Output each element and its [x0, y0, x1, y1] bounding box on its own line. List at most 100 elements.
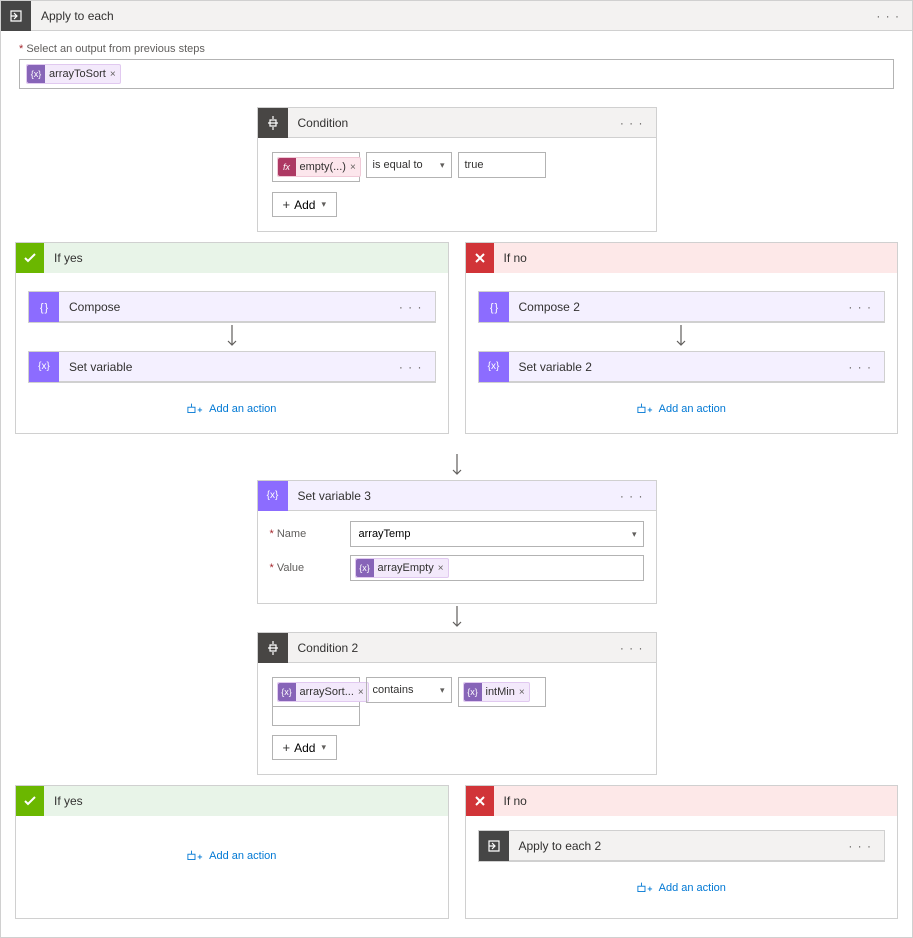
add-action-icon [187, 403, 203, 415]
loop-icon [1, 1, 31, 31]
apply-to-each-2-title: Apply to each 2 [509, 839, 849, 853]
condition-header[interactable]: Condition · · · [258, 108, 656, 138]
if-no-2-branch: If no Apply to each 2 · · · [465, 785, 899, 919]
check-icon [16, 786, 44, 816]
set-variable-3-body: * Name arrayTemp ▾ * Value {x} arrayEmpt… [258, 511, 656, 603]
value-input[interactable]: {x} arrayEmpty × [350, 555, 644, 581]
compose-icon: { } [29, 292, 59, 322]
apply-to-each-2-card[interactable]: Apply to each 2 · · · [478, 830, 886, 862]
if-yes-body: { } Compose · · · {x} Set variable · · · [16, 273, 448, 433]
x-icon [466, 243, 494, 273]
name-select[interactable]: arrayTemp ▾ [350, 521, 644, 547]
if-yes-2-branch: If yes Add an action [15, 785, 449, 919]
if-yes-header: If yes [16, 243, 448, 273]
menu-button[interactable]: · · · [399, 360, 435, 374]
if-yes-2-body: Add an action [16, 816, 448, 886]
compose-2-card[interactable]: { } Compose 2 · · · [478, 291, 886, 323]
condition-2-wrapper: Condition 2 · · · {x} arraySort... × [1, 632, 912, 775]
if-no-header: If no [466, 243, 898, 273]
svg-text:{ }: { } [489, 302, 498, 314]
condition-2-left-input-extra[interactable] [272, 706, 360, 726]
chevron-down-icon: ▾ [440, 685, 445, 696]
plus-icon: + [283, 197, 291, 212]
value-label: * Value [270, 562, 350, 574]
set-variable-2-card[interactable]: {x} Set variable 2 · · · [478, 351, 886, 383]
chevron-down-icon: ▾ [632, 529, 637, 540]
if-no-2-header: If no [466, 786, 898, 816]
menu-button[interactable]: · · · [620, 116, 656, 130]
condition-card: Condition · · · fx empty(...) × is equal… [257, 107, 657, 232]
chevron-down-icon: ▾ [321, 199, 326, 210]
if-no-body: { } Compose 2 · · · {x} Set variable 2 ·… [466, 273, 898, 433]
add-action-button[interactable]: Add an action [478, 383, 886, 415]
condition-2-operator-select[interactable]: contains ▾ [366, 677, 452, 703]
set-variable-card[interactable]: {x} Set variable · · · [28, 351, 436, 383]
loop-icon [479, 831, 509, 861]
condition-branches: If yes { } Compose · · · [1, 232, 912, 452]
condition-row: fx empty(...) × is equal to ▾ true [272, 152, 642, 182]
add-action-button[interactable]: Add an action [28, 830, 436, 862]
condition-2-title: Condition 2 [288, 641, 620, 655]
condition-2-body: {x} arraySort... × contains ▾ {x [258, 663, 656, 774]
add-condition-button[interactable]: + Add ▾ [272, 735, 337, 760]
condition-2-left: {x} arraySort... × [272, 677, 360, 725]
add-action-icon [187, 850, 203, 862]
condition-right-input[interactable]: true [458, 152, 546, 178]
compose-card[interactable]: { } Compose · · · [28, 291, 436, 323]
apply-to-each-header[interactable]: Apply to each · · · [1, 1, 912, 31]
menu-button[interactable]: · · · [620, 489, 656, 503]
remove-token-icon[interactable]: × [110, 69, 116, 80]
select-output-input[interactable]: {x} arrayToSort × [19, 59, 894, 89]
set-variable-title: Set variable [59, 360, 399, 374]
condition-left-input[interactable]: fx empty(...) × [272, 152, 360, 182]
apply-to-each-2-header: Apply to each 2 · · · [479, 831, 885, 861]
menu-button[interactable]: · · · [848, 360, 884, 374]
menu-button[interactable]: · · · [876, 9, 912, 23]
remove-token-icon[interactable]: × [438, 563, 444, 574]
fx-token[interactable]: fx empty(...) × [277, 157, 361, 177]
set-variable-3-header[interactable]: {x} Set variable 3 · · · [258, 481, 656, 511]
remove-token-icon[interactable]: × [358, 687, 364, 698]
arrow-connector [1, 606, 912, 630]
remove-token-icon[interactable]: × [350, 162, 356, 173]
menu-button[interactable]: · · · [399, 300, 435, 314]
menu-button[interactable]: · · · [848, 839, 884, 853]
if-yes-branch: If yes { } Compose · · · [15, 242, 449, 434]
condition-2-header[interactable]: Condition 2 · · · [258, 633, 656, 663]
compose-2-title: Compose 2 [509, 300, 849, 314]
condition-2-right-input[interactable]: {x} intMin × [458, 677, 546, 707]
variable-icon: {x} [29, 352, 59, 382]
add-condition-button[interactable]: + Add ▾ [272, 192, 337, 217]
add-action-icon [637, 403, 653, 415]
variable-token[interactable]: {x} arrayEmpty × [355, 558, 449, 578]
menu-button[interactable]: · · · [620, 641, 656, 655]
plus-icon: + [283, 740, 291, 755]
add-action-button[interactable]: Add an action [28, 383, 436, 415]
menu-button[interactable]: · · · [848, 300, 884, 314]
variable-icon: {x} [479, 352, 509, 382]
condition-title: Condition [288, 116, 620, 130]
set-variable-3-wrapper: {x} Set variable 3 · · · * Name arrayTem… [1, 480, 912, 604]
apply-to-each-title: Apply to each [31, 9, 876, 23]
x-icon [466, 786, 494, 816]
condition-2-branches: If yes Add an action If no [1, 775, 912, 937]
remove-token-icon[interactable]: × [519, 687, 525, 698]
condition-2-left-input[interactable]: {x} arraySort... × [272, 677, 360, 707]
condition-icon [258, 633, 288, 663]
arrow-connector [28, 325, 436, 349]
condition-operator-select[interactable]: is equal to ▾ [366, 152, 452, 178]
apply-to-each-body: * Select an output from previous steps {… [1, 31, 912, 107]
name-label: * Name [270, 528, 350, 540]
variable-token[interactable]: {x} intMin × [463, 682, 530, 702]
variable-token[interactable]: {x} arraySort... × [277, 682, 369, 702]
variable-icon: {x} [27, 65, 45, 83]
variable-icon: {x} [464, 683, 482, 701]
variable-token[interactable]: {x} arrayToSort × [26, 64, 121, 84]
chevron-down-icon: ▾ [321, 742, 326, 753]
arrow-connector [478, 325, 886, 349]
condition-icon [258, 108, 288, 138]
add-action-button[interactable]: Add an action [478, 862, 886, 894]
set-variable-header: {x} Set variable · · · [29, 352, 435, 382]
condition-2-card: Condition 2 · · · {x} arraySort... × [257, 632, 657, 775]
set-variable-3-card: {x} Set variable 3 · · · * Name arrayTem… [257, 480, 657, 604]
